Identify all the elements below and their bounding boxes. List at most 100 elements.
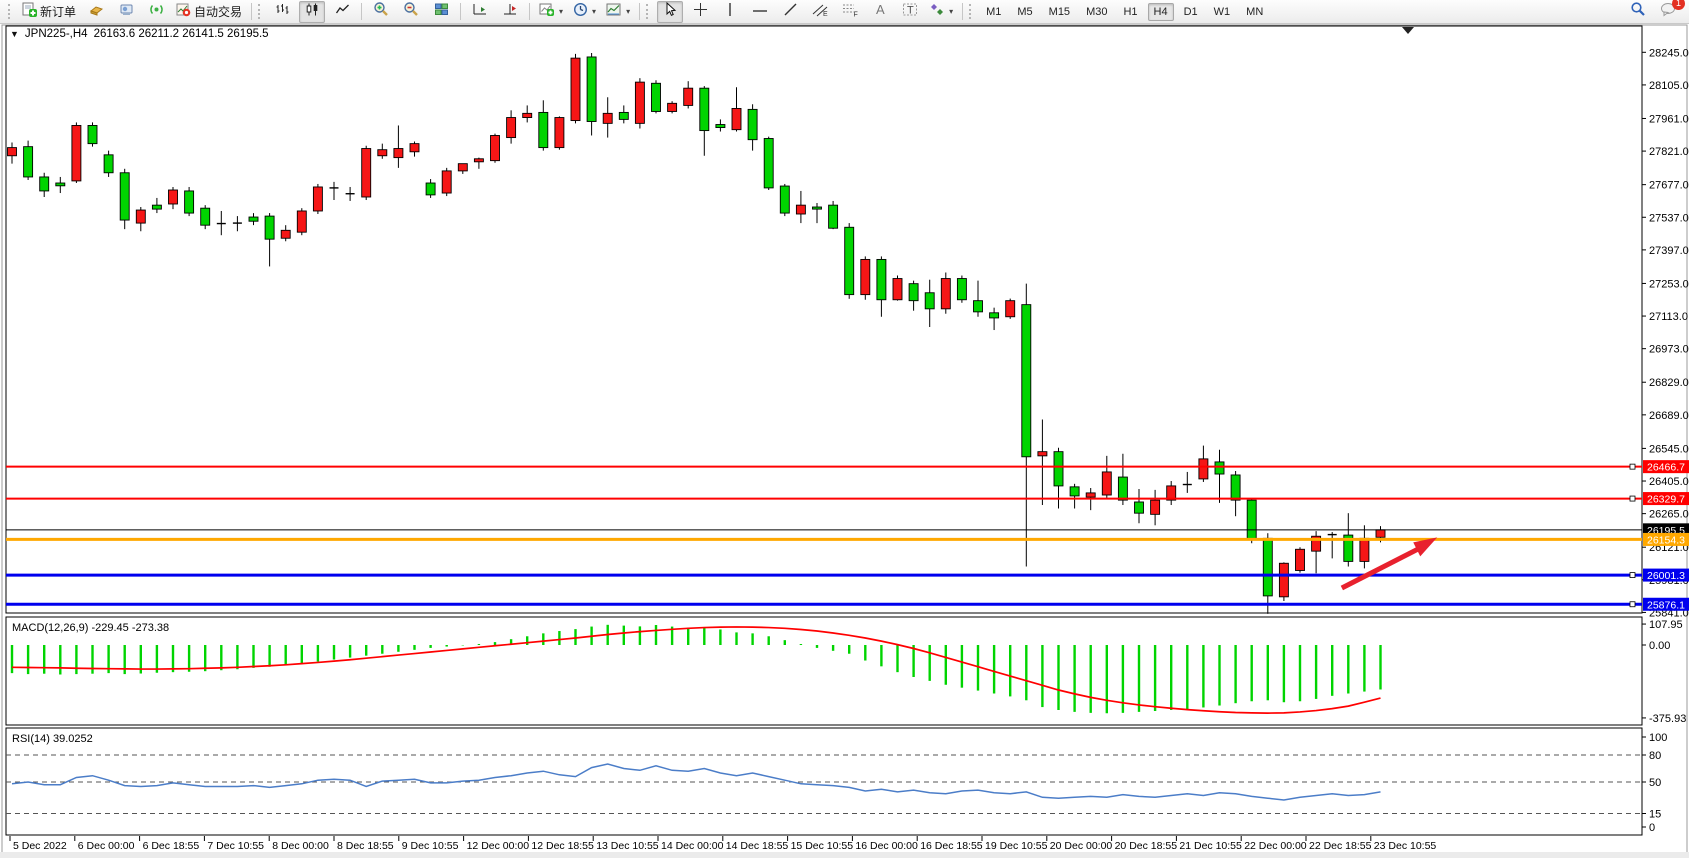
- notifications-button[interactable]: 1: [1655, 1, 1681, 23]
- trendline-button[interactable]: [777, 1, 803, 23]
- bar-chart-icon: [275, 2, 290, 22]
- svg-text:9 Dec 10:55: 9 Dec 10:55: [402, 840, 459, 852]
- svg-text:26466.7: 26466.7: [1647, 462, 1685, 474]
- timeframe-button-M1[interactable]: M1: [980, 3, 1007, 21]
- trendline-icon: [783, 2, 798, 22]
- candlestick-chart-icon: [305, 2, 320, 22]
- crosshair-icon: [693, 2, 708, 22]
- svg-text:27821.0: 27821.0: [1649, 146, 1689, 158]
- auto-trading-button[interactable]: 自动交易: [173, 1, 245, 23]
- search-button[interactable]: [1625, 1, 1651, 23]
- chevron-down-icon: ▾: [626, 7, 630, 16]
- insert-group: ▾ ▾ ▾: [532, 0, 637, 23]
- new-chart-button[interactable]: ▾: [536, 1, 566, 23]
- svg-text:15 Dec 10:55: 15 Dec 10:55: [791, 840, 854, 852]
- chart-dropdown-icon[interactable]: ▼: [10, 29, 19, 39]
- new-order-icon: [22, 2, 37, 22]
- text-label-button[interactable]: T: [897, 1, 923, 23]
- zoom-in-button[interactable]: [368, 1, 394, 23]
- time-axis: 5 Dec 20226 Dec 00:006 Dec 18:557 Dec 10…: [0, 836, 1689, 858]
- line-chart-button[interactable]: [329, 1, 355, 23]
- svg-text:28105.0: 28105.0: [1649, 80, 1689, 92]
- svg-text:F: F: [853, 11, 857, 17]
- svg-text:-375.93: -375.93: [1649, 713, 1686, 725]
- svg-text:26973.0: 26973.0: [1649, 344, 1689, 356]
- timeframe-button-H1[interactable]: H1: [1117, 3, 1143, 21]
- cursor-button[interactable]: [657, 1, 683, 23]
- svg-text:8 Dec 00:00: 8 Dec 00:00: [272, 840, 329, 852]
- timeframe-button-M30[interactable]: M30: [1080, 3, 1113, 21]
- svg-text:23 Dec 10:55: 23 Dec 10:55: [1374, 840, 1437, 852]
- crosshair-button[interactable]: [687, 1, 713, 23]
- svg-text:21 Dec 10:55: 21 Dec 10:55: [1179, 840, 1242, 852]
- chevron-down-icon: ▾: [592, 7, 596, 16]
- chart-window[interactable]: 28245.028105.027961.027821.027677.027537…: [0, 24, 1689, 858]
- svg-text:14 Dec 00:00: 14 Dec 00:00: [661, 840, 724, 852]
- auto-trading-icon: [176, 2, 191, 22]
- notification-badge: 1: [1672, 0, 1685, 10]
- market-box-button[interactable]: [83, 1, 109, 23]
- chart-symbol-period: JPN225-,H4: [25, 28, 88, 40]
- timeframe-button-M15[interactable]: M15: [1043, 3, 1076, 21]
- svg-text:22 Dec 00:00: 22 Dec 00:00: [1244, 840, 1307, 852]
- svg-text:26154.3: 26154.3: [1647, 534, 1685, 546]
- period-button[interactable]: ▾: [570, 1, 599, 23]
- svg-text:26329.7: 26329.7: [1647, 494, 1685, 506]
- text-icon: A: [874, 2, 887, 22]
- pane-borders: [2, 25, 1687, 856]
- svg-text:80: 80: [1649, 750, 1661, 762]
- toolbar-grip: [8, 4, 12, 19]
- svg-text:27397.0: 27397.0: [1649, 245, 1689, 257]
- timeframe-button-D1[interactable]: D1: [1178, 3, 1204, 21]
- cursor-icon: [663, 2, 677, 22]
- tile-windows-icon: [434, 2, 449, 22]
- new-chart-icon: [539, 2, 555, 22]
- toolbar-separator: [251, 3, 252, 20]
- timeframe-button-W1[interactable]: W1: [1208, 3, 1237, 21]
- new-order-button[interactable]: 新订单: [19, 1, 79, 23]
- timeframe-button-M5[interactable]: M5: [1011, 3, 1038, 21]
- template-button[interactable]: ▾: [603, 1, 633, 23]
- vertical-line-icon: [725, 2, 735, 22]
- svg-text:26405.0: 26405.0: [1649, 476, 1689, 488]
- svg-text:26545.0: 26545.0: [1649, 443, 1689, 455]
- chevron-down-icon: ▾: [559, 7, 563, 16]
- auto-scroll-button[interactable]: [467, 1, 493, 23]
- channel-button[interactable]: E: [807, 1, 833, 23]
- svg-text:T: T: [907, 4, 914, 16]
- timeframe-button-MN[interactable]: MN: [1240, 3, 1269, 21]
- horizontal-line-button[interactable]: [747, 1, 773, 23]
- chart-canvas[interactable]: 28245.028105.027961.027821.027677.027537…: [0, 24, 1689, 858]
- candlestick-chart-button[interactable]: [299, 1, 325, 23]
- svg-text:27961.0: 27961.0: [1649, 113, 1689, 125]
- line-chart-icon: [335, 2, 350, 22]
- chart-title-bar: ▼ JPN225-,H4 26163.6 26211.2 26141.5 261…: [10, 28, 269, 40]
- vertical-line-button[interactable]: [717, 1, 743, 23]
- bar-chart-button[interactable]: [269, 1, 295, 23]
- svg-text:26001.3: 26001.3: [1647, 570, 1685, 582]
- zoom-in-icon: [373, 1, 389, 22]
- svg-text:0: 0: [1649, 822, 1655, 834]
- terminal-icon: [119, 2, 134, 22]
- svg-text:E: E: [823, 11, 828, 17]
- terminal-button[interactable]: [113, 1, 139, 23]
- zoom-out-button[interactable]: [398, 1, 424, 23]
- text-button[interactable]: A: [867, 1, 893, 23]
- toolbar-separator: [460, 3, 461, 20]
- timeframe-group: M1M5 M15M30H1 H4D1W1MN: [965, 0, 1273, 23]
- chevron-down-icon: ▾: [949, 7, 953, 16]
- svg-text:26689.0: 26689.0: [1649, 410, 1689, 422]
- signal-button[interactable]: [143, 1, 169, 23]
- svg-text:27537.0: 27537.0: [1649, 212, 1689, 224]
- svg-text:13 Dec 10:55: 13 Dec 10:55: [596, 840, 659, 852]
- arrows-button[interactable]: ▾: [927, 1, 956, 23]
- svg-text:12 Dec 18:55: 12 Dec 18:55: [531, 840, 594, 852]
- svg-text:8 Dec 18:55: 8 Dec 18:55: [337, 840, 394, 852]
- tile-windows-button[interactable]: [428, 1, 454, 23]
- svg-text:27677.0: 27677.0: [1649, 180, 1689, 192]
- timeframe-button-H4[interactable]: H4: [1148, 3, 1174, 21]
- svg-text:0.00: 0.00: [1649, 640, 1670, 652]
- svg-text:6 Dec 18:55: 6 Dec 18:55: [143, 840, 200, 852]
- fibonacci-button[interactable]: F: [837, 1, 863, 23]
- chart-shift-button[interactable]: [497, 1, 523, 23]
